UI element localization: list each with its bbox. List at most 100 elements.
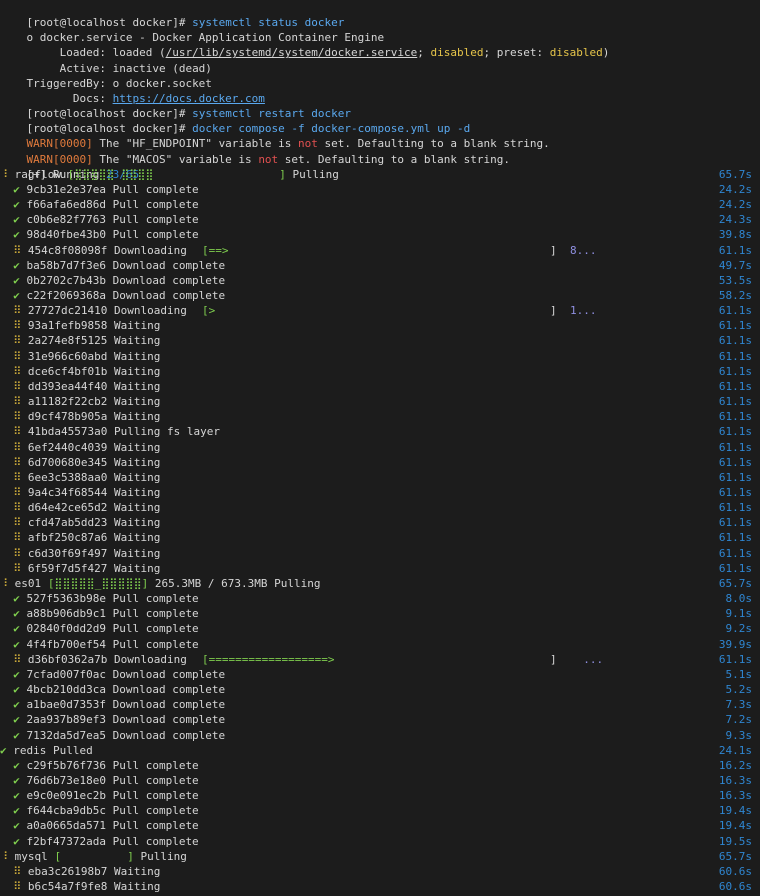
check-icon: ✔ bbox=[13, 789, 20, 803]
layer-id: f2bf47372ada bbox=[19, 834, 106, 848]
layer-line: ⠿ a11182f22cb2 Waiting 61.1s bbox=[0, 394, 760, 409]
layer-status: Waiting bbox=[107, 364, 161, 378]
layer-id: 27727dc21410 bbox=[21, 304, 108, 318]
layer-status: Pulling fs layer bbox=[107, 425, 220, 439]
layer-id: ba58b7d7f3e6 bbox=[19, 258, 106, 272]
layer-status: Downloading bbox=[107, 304, 187, 318]
layer-id: 4bcb210dd3ca bbox=[19, 683, 106, 697]
layer-id: 2aa937b89ef3 bbox=[19, 713, 106, 727]
elapsed-time: 61.1s bbox=[718, 652, 752, 666]
check-icon: ✔ bbox=[13, 258, 20, 272]
layer-id: c29f5b76f736 bbox=[19, 758, 106, 772]
layer-status: Waiting bbox=[107, 501, 161, 515]
check-icon: ✔ bbox=[13, 273, 20, 287]
download-size: 8... bbox=[570, 243, 597, 257]
elapsed-time: 8.0s bbox=[725, 592, 753, 606]
active-line: Active: inactive (dead) bbox=[0, 45, 760, 75]
layer-line: ✔ 98d40fbe43b0 Pull complete 39.8s bbox=[0, 227, 760, 242]
layer-status: Waiting bbox=[107, 395, 161, 409]
elapsed-time: 65.7s bbox=[718, 576, 752, 590]
layer-id: afbf250c87a6 bbox=[21, 531, 108, 545]
command-line: [root@localhost docker]# docker compose … bbox=[0, 106, 760, 135]
layer-status: Pull complete bbox=[105, 607, 199, 621]
command-line: [root@localhost docker]# systemctl statu… bbox=[0, 0, 760, 29]
download-size: 1... bbox=[570, 304, 597, 318]
layer-status: Pull complete bbox=[105, 804, 199, 818]
layer-line: ⠿ afbf250c87a6 Waiting 61.1s bbox=[0, 530, 760, 545]
layer-line: ⠿ 454c8f08098f Downloading [==>] 8... 61.1s bbox=[0, 243, 760, 258]
layer-status: Waiting bbox=[107, 319, 161, 333]
service-status: Pulling bbox=[133, 849, 187, 863]
spinner-icon: ⠸ bbox=[0, 576, 9, 590]
elapsed-time: 58.2s bbox=[718, 288, 752, 302]
layer-line: ⠿ 9a4c34f68544 Waiting 61.1s bbox=[0, 485, 760, 500]
elapsed-time: 19.5s bbox=[718, 834, 752, 848]
terminal-window[interactable]: [root@localhost docker]# systemctl statu… bbox=[0, 0, 760, 896]
download-progress: [> bbox=[202, 304, 216, 318]
service-name: mysql bbox=[8, 849, 48, 863]
layer-line: ✔ a0a0665da571 Pull complete 19.4s bbox=[0, 818, 760, 833]
layer-id: b6c54a7f9fe8 bbox=[21, 880, 108, 894]
check-icon: ✔ bbox=[13, 592, 20, 606]
elapsed-time: 65.7s bbox=[718, 167, 752, 181]
elapsed-time: 61.1s bbox=[718, 470, 752, 484]
pull-separator bbox=[61, 168, 68, 181]
elapsed-time: 61.1s bbox=[718, 304, 752, 318]
layer-id: 93a1fefb9858 bbox=[21, 319, 108, 333]
layer-status: Pull complete bbox=[105, 182, 199, 196]
download-progress: [==================> bbox=[202, 652, 335, 666]
service-name: ragflow bbox=[8, 167, 62, 181]
layer-id: 6ee3c5388aa0 bbox=[21, 470, 108, 484]
check-icon: ✔ bbox=[13, 637, 20, 651]
layer-status: Pull complete bbox=[105, 213, 199, 227]
layer-id: 7cfad007f0ac bbox=[19, 667, 106, 681]
elapsed-time: 49.7s bbox=[718, 258, 752, 272]
elapsed-time: 24.2s bbox=[718, 198, 752, 212]
layer-line: ✔ c0b6e82f7763 Pull complete 24.3s bbox=[0, 212, 760, 227]
elapsed-time: 53.5s bbox=[718, 273, 752, 287]
layer-status: Download complete bbox=[105, 698, 226, 712]
layer-status: Waiting bbox=[107, 334, 161, 348]
layer-status: Waiting bbox=[107, 531, 161, 545]
layer-line: ✔ 9cb31e2e37ea Pull complete 24.2s bbox=[0, 182, 760, 197]
layer-line: ✔ f2bf47372ada Pull complete 19.5s bbox=[0, 834, 760, 849]
elapsed-time: 61.1s bbox=[718, 334, 752, 348]
elapsed-time: 16.3s bbox=[718, 789, 752, 803]
layer-status: Download complete bbox=[105, 288, 226, 302]
elapsed-time: 61.1s bbox=[718, 379, 752, 393]
elapsed-time: 60.6s bbox=[718, 880, 752, 894]
elapsed-time: 9.1s bbox=[725, 607, 753, 621]
layer-line: ⠿ 6ee3c5388aa0 Waiting 61.1s bbox=[0, 470, 760, 485]
download-progress: [==> bbox=[202, 243, 229, 257]
layer-id: 31e966c60abd bbox=[21, 349, 108, 363]
layer-line: ✔ a1bae0d7353f Download complete 7.3s bbox=[0, 697, 760, 712]
elapsed-time: 61.1s bbox=[718, 531, 752, 545]
elapsed-time: 61.1s bbox=[718, 410, 752, 424]
layer-status: Pull complete bbox=[105, 819, 199, 833]
layer-id: eba3c26198b7 bbox=[21, 864, 108, 878]
layer-id: c0b6e82f7763 bbox=[19, 213, 106, 227]
layer-line: ⠿ 31e966c60abd Waiting 61.1s bbox=[0, 349, 760, 364]
check-icon: ✔ bbox=[13, 834, 20, 848]
running-line: [+] Running 23/65 bbox=[0, 152, 760, 181]
service-name: redis bbox=[6, 743, 47, 757]
service-pull-line: ⠸ es01 [⣿⣿⣿⣿⣿_⣿⣿⣿⣿⣿] 265.3MB / 673.3MB P… bbox=[0, 576, 760, 591]
layer-id: a11182f22cb2 bbox=[21, 395, 108, 409]
elapsed-time: 61.1s bbox=[718, 440, 752, 454]
layer-status: Waiting bbox=[107, 455, 161, 469]
layer-line: ⠿ d64e42ce65d2 Waiting 61.1s bbox=[0, 500, 760, 515]
